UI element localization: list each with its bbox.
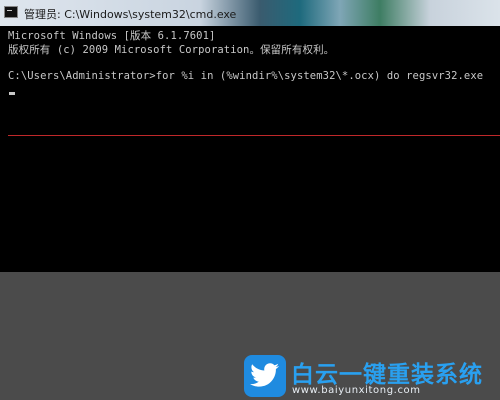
cmd-window[interactable]: 管理员: C:\Windows\system32\cmd.exe Microso… — [0, 0, 500, 272]
text-cursor — [9, 92, 15, 95]
cmd-icon — [4, 6, 18, 18]
console-area[interactable]: Microsoft Windows [版本 6.1.7601] 版权所有 (c)… — [0, 26, 500, 272]
console-line: Microsoft Windows [版本 6.1.7601] — [8, 30, 216, 42]
brand-name: 白云一键重装系统 — [291, 362, 483, 388]
window-title: 管理员: C:\Windows\system32\cmd.exe — [24, 8, 237, 21]
console-line: 版权所有 (c) 2009 Microsoft Corporation。保留所有… — [8, 44, 335, 56]
brand-url: www.baiyunxitong.com — [292, 385, 421, 396]
watermark-logo: 白云一键重装系统 www.baiyunxitong.com — [244, 355, 494, 400]
console-line: C:\Users\Administrator>for %i in (%windi… — [8, 70, 484, 82]
screenshot: 管理员: C:\Windows\system32\cmd.exe Microso… — [0, 0, 500, 400]
red-divider-line — [8, 135, 500, 136]
title-bar[interactable]: 管理员: C:\Windows\system32\cmd.exe — [0, 0, 500, 26]
twitter-bird-icon — [244, 355, 286, 397]
